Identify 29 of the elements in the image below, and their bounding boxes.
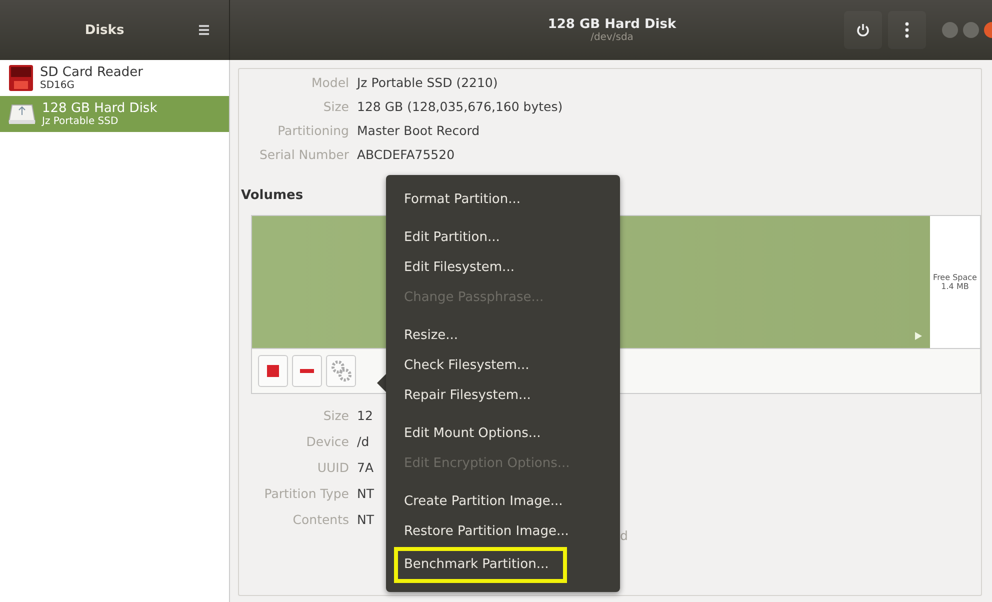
field-label: Serial Number	[258, 147, 349, 162]
field-value: 12	[357, 408, 373, 423]
field-label: UUID	[316, 460, 349, 475]
field-label: Partition Type	[263, 486, 349, 501]
field-label: Size	[322, 99, 349, 114]
field-value: /d	[357, 434, 370, 449]
field-value: 128 GB (128,035,676,160 bytes)	[357, 99, 563, 114]
drive-model: Jz Portable SSD	[42, 116, 120, 128]
field-value: 7A	[357, 460, 374, 475]
field-value: Jz Portable SSD (2210)	[357, 75, 498, 90]
free-space-label: Free Space	[933, 273, 977, 282]
sidebar-title: Disks	[84, 22, 126, 38]
field-label: Partitioning	[276, 123, 349, 138]
field-label: Model	[310, 75, 349, 90]
field-value: ABCDEFA75520	[357, 147, 455, 162]
field-label: Size	[322, 408, 349, 423]
drive-model: SD16G	[40, 80, 76, 92]
field-value: Master Boot Record	[357, 123, 480, 138]
section-heading: Volumes	[241, 188, 304, 203]
window-title: 128 GB Hard Disk	[548, 17, 676, 32]
drive-name: SD Card Reader	[40, 64, 143, 80]
window-subtitle: /dev/sda	[590, 32, 634, 43]
field-value: d	[620, 528, 628, 543]
drive-name: 128 GB Hard Disk	[42, 100, 158, 116]
field-label: Device	[305, 434, 349, 449]
free-space-size: 1.4 MB	[941, 282, 969, 291]
field-label: Contents	[292, 512, 349, 527]
field-value: NT	[357, 486, 374, 501]
field-value: NT	[357, 512, 374, 527]
